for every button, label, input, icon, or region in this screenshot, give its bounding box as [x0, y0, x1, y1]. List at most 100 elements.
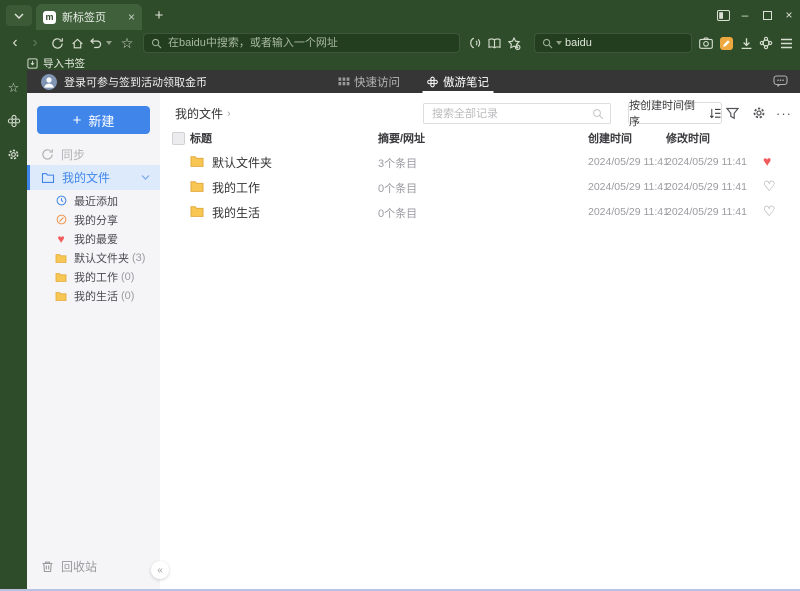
- refresh-button[interactable]: [47, 33, 67, 53]
- maximize-button[interactable]: [756, 0, 778, 30]
- close-button[interactable]: ×: [778, 0, 800, 30]
- breadcrumb-arrow-icon: ›: [227, 107, 231, 120]
- column-summary[interactable]: 摘要/网址: [378, 129, 425, 149]
- avatar[interactable]: [41, 73, 57, 90]
- tab-title: 新标签页: [62, 12, 106, 24]
- column-title[interactable]: 标题: [190, 129, 212, 149]
- forward-button[interactable]: ›: [25, 33, 45, 53]
- search-icon: [151, 38, 162, 49]
- table-body: 默认文件夹 3个条目 2024/05/29 11:41 2024/05/29 1…: [160, 149, 800, 224]
- favorite-page-button[interactable]: ☆: [117, 33, 137, 53]
- browser-tab[interactable]: m 新标签页 ×: [36, 4, 142, 30]
- sidebar-sublist: 最近添加 我的分享 ♥ 我的最爱 默认文件夹 (3) 我的工作 (0) 我的生活…: [27, 191, 160, 305]
- breadcrumb[interactable]: 我的文件 ›: [175, 105, 231, 122]
- favorite-heart-icon[interactable]: ♡: [763, 178, 776, 195]
- header-tabs: 快速访问 傲游笔记: [338, 70, 493, 93]
- downloads-button[interactable]: [736, 33, 756, 53]
- plus-icon: +: [72, 111, 82, 129]
- sidebar-item-shares[interactable]: 我的分享: [27, 210, 160, 229]
- sort-order-button[interactable]: 按创建时间倒序: [628, 100, 722, 128]
- trash-button[interactable]: 回收站: [41, 558, 97, 575]
- table-row[interactable]: 我的工作 0个条目 2024/05/29 11:41 2024/05/29 11…: [160, 174, 800, 199]
- table-row[interactable]: 默认文件夹 3个条目 2024/05/29 11:41 2024/05/29 1…: [160, 149, 800, 174]
- column-modified[interactable]: 修改时间: [666, 129, 710, 149]
- reading-mode-button[interactable]: [484, 33, 504, 53]
- tab-list-dropdown-button[interactable]: [6, 5, 32, 26]
- undo-button[interactable]: [87, 33, 105, 53]
- row-created: 2024/05/29 11:41: [588, 181, 669, 193]
- sidebar-item-work-folder[interactable]: 我的工作 (0): [27, 267, 160, 286]
- tab-maxnote[interactable]: 傲游笔记: [422, 70, 493, 93]
- row-modified: 2024/05/29 11:41: [666, 206, 747, 218]
- share-icon: [55, 214, 67, 225]
- sidebar-item-default-folder[interactable]: 默认文件夹 (3): [27, 248, 160, 267]
- breadcrumb-label[interactable]: 我的文件: [175, 105, 223, 122]
- sidebar-item-recent[interactable]: 最近添加: [27, 191, 160, 210]
- caret-down-icon: [106, 41, 112, 45]
- item-label: 我的工作: [74, 271, 118, 284]
- notes-search-box[interactable]: [423, 103, 611, 124]
- tab-close-icon[interactable]: ×: [128, 11, 135, 23]
- new-note-button[interactable]: + 新建: [37, 106, 150, 134]
- notes-search-input[interactable]: [432, 107, 592, 120]
- home-button[interactable]: [67, 33, 87, 53]
- extensions-button[interactable]: [756, 33, 776, 53]
- item-label: 我的分享: [74, 214, 118, 227]
- settings-button[interactable]: [751, 105, 767, 121]
- sync-label: 同步: [61, 147, 86, 162]
- tab-quick-access[interactable]: 快速访问: [338, 70, 400, 93]
- screenshot-button[interactable]: [696, 33, 716, 53]
- favorites-settings-button[interactable]: [504, 33, 524, 53]
- heart-icon: ♥: [57, 231, 65, 246]
- item-label: 最近添加: [74, 195, 118, 208]
- new-note-label: 新建: [88, 113, 115, 129]
- trash-icon: [41, 560, 54, 573]
- gear-icon: [7, 148, 20, 161]
- more-button[interactable]: ···: [776, 105, 792, 121]
- row-created: 2024/05/29 11:41: [588, 206, 669, 218]
- favorite-heart-icon[interactable]: ♥: [763, 153, 771, 170]
- import-bookmarks-button[interactable]: 导入书签: [43, 56, 85, 71]
- favorite-heart-icon[interactable]: ♡: [763, 203, 776, 220]
- item-label: 我的最爱: [74, 233, 118, 246]
- undo-dropdown-caret[interactable]: [105, 41, 113, 45]
- settings-panel-button[interactable]: [6, 146, 22, 162]
- engine-search-box[interactable]: [534, 33, 707, 53]
- sidebar-item-my-files[interactable]: 我的文件: [27, 165, 160, 190]
- maxnote-button[interactable]: [716, 33, 736, 53]
- favorites-panel-button[interactable]: ☆: [6, 80, 22, 96]
- split-screen-button[interactable]: [712, 0, 734, 30]
- new-tab-button[interactable]: +: [150, 6, 168, 24]
- back-button[interactable]: ‹: [5, 33, 25, 53]
- trash-label: 回收站: [61, 560, 98, 574]
- table-row[interactable]: 我的生活 0个条目 2024/05/29 11:41 2024/05/29 11…: [160, 199, 800, 224]
- feedback-button[interactable]: [773, 75, 788, 88]
- collapse-sidebar-button[interactable]: «: [151, 561, 169, 579]
- chevron-down-icon: [14, 13, 24, 19]
- title-bar: m 新标签页 × + – ×: [0, 0, 800, 30]
- folder-icon: [41, 172, 55, 183]
- engine-dropdown-icon[interactable]: [556, 41, 562, 45]
- select-all-checkbox[interactable]: [172, 132, 185, 145]
- address-input[interactable]: [168, 37, 452, 49]
- address-bar[interactable]: [143, 33, 460, 53]
- row-title: 默认文件夹: [212, 156, 273, 170]
- folder-icon: [190, 205, 204, 217]
- login-banner[interactable]: 登录可参与签到活动领取金币: [64, 74, 207, 90]
- search-icon: [592, 108, 604, 120]
- sidebar-item-favorites[interactable]: ♥ 我的最爱: [27, 229, 160, 248]
- row-summary: 3个条目: [378, 158, 418, 170]
- read-aloud-button[interactable]: [464, 33, 484, 53]
- folder-icon: [55, 291, 67, 301]
- sidebar-item-life-folder[interactable]: 我的生活 (0): [27, 286, 160, 305]
- column-created[interactable]: 创建时间: [588, 129, 632, 149]
- filter-button[interactable]: [724, 105, 740, 121]
- chevron-down-icon[interactable]: [141, 175, 150, 180]
- sync-button[interactable]: 同步: [27, 143, 160, 165]
- menu-button[interactable]: [776, 33, 796, 53]
- minimize-button[interactable]: –: [734, 0, 756, 30]
- maxnote-panel-button[interactable]: [6, 113, 22, 129]
- engine-search-input[interactable]: [565, 37, 707, 49]
- folder-icon: [190, 180, 204, 192]
- notes-header: 登录可参与签到活动领取金币 快速访问 傲游笔记: [27, 70, 800, 93]
